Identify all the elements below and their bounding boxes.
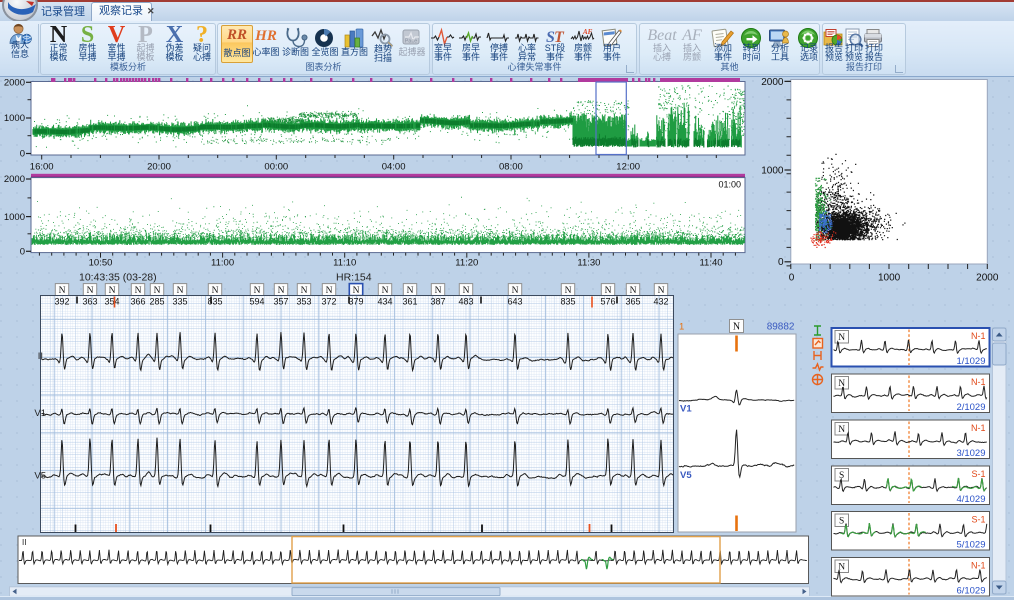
svg-text:1/1029: 1/1029 (956, 356, 985, 367)
svg-text:01:00: 01:00 (718, 180, 741, 190)
svg-text:6/1029: 6/1029 (956, 586, 985, 597)
svg-text:357: 357 (273, 297, 288, 307)
svg-text:N: N (605, 286, 612, 296)
svg-text:N-1: N-1 (971, 377, 986, 387)
svg-text:2/1029: 2/1029 (956, 402, 985, 413)
svg-text:2000: 2000 (4, 174, 25, 185)
svg-text:5/1029: 5/1029 (956, 540, 985, 551)
svg-text:N-1: N-1 (971, 561, 986, 571)
svg-text:11:30: 11:30 (577, 258, 600, 269)
svg-text:S-1: S-1 (971, 469, 985, 479)
svg-text:N: N (135, 286, 142, 296)
svg-text:Pace: Pace (405, 39, 418, 45)
svg-text:594: 594 (249, 297, 264, 307)
svg-text:353: 353 (296, 297, 311, 307)
svg-text:434: 434 (377, 297, 392, 307)
svg-text:N: N (59, 286, 66, 296)
svg-text:N: N (838, 379, 845, 389)
svg-text:11:10: 11:10 (333, 258, 356, 269)
svg-text:HR:154: HR:154 (336, 272, 372, 284)
svg-text:N: N (733, 322, 740, 333)
svg-text:1: 1 (679, 322, 684, 333)
svg-text:N: N (301, 286, 308, 296)
svg-text:0: 0 (20, 247, 25, 258)
svg-text:483: 483 (458, 297, 473, 307)
svg-text:0: 0 (778, 257, 784, 268)
svg-text:N: N (353, 286, 360, 296)
svg-text:11:20: 11:20 (455, 258, 478, 269)
svg-text:3/1029: 3/1029 (956, 448, 985, 459)
svg-text:V5: V5 (680, 470, 692, 481)
svg-text:N: N (838, 333, 845, 343)
svg-text:N: N (326, 286, 333, 296)
svg-text:00:00: 00:00 (264, 162, 288, 173)
svg-text:379: 379 (348, 297, 363, 307)
svg-text:16:00: 16:00 (30, 162, 54, 173)
svg-text:08:00: 08:00 (499, 162, 523, 173)
svg-text:II: II (22, 538, 26, 547)
svg-text:1000: 1000 (4, 212, 25, 223)
svg-text:643: 643 (507, 297, 522, 307)
svg-text:V1: V1 (680, 404, 692, 415)
svg-text:N: N (565, 286, 572, 296)
svg-text:N: N (109, 286, 116, 296)
svg-text:12:00: 12:00 (616, 162, 640, 173)
svg-text:11:00: 11:00 (211, 258, 234, 269)
svg-text:11:40: 11:40 (699, 258, 722, 269)
svg-text:2000: 2000 (4, 78, 25, 89)
svg-text:N: N (512, 286, 519, 296)
svg-text:20:00: 20:00 (147, 162, 171, 173)
svg-text:N: N (87, 286, 94, 296)
svg-text:N: N (658, 286, 665, 296)
svg-text:576: 576 (600, 297, 615, 307)
svg-text:363: 363 (82, 297, 97, 307)
svg-text:N: N (177, 286, 184, 296)
svg-text:365: 365 (625, 297, 640, 307)
svg-text:0: 0 (20, 149, 25, 160)
svg-text:N: N (278, 286, 285, 296)
svg-text:N: N (254, 286, 261, 296)
svg-text:N-1: N-1 (971, 331, 986, 341)
svg-text:2000: 2000 (761, 77, 784, 88)
svg-text:S: S (839, 517, 844, 527)
svg-text:N: N (630, 286, 637, 296)
svg-text:361: 361 (402, 297, 417, 307)
svg-text:1000: 1000 (761, 165, 784, 176)
svg-text:04:00: 04:00 (382, 162, 406, 173)
svg-text:N-1: N-1 (971, 423, 986, 433)
svg-text:335: 335 (172, 297, 187, 307)
svg-text:387: 387 (430, 297, 445, 307)
svg-text:N: N (838, 425, 845, 435)
svg-text:N: N (463, 286, 470, 296)
svg-text:10:50: 10:50 (89, 258, 113, 269)
svg-text:354: 354 (104, 297, 119, 307)
svg-text:372: 372 (321, 297, 336, 307)
svg-text:0: 0 (789, 273, 795, 284)
svg-text:835: 835 (207, 297, 222, 307)
svg-text:N: N (154, 286, 161, 296)
svg-text:432: 432 (653, 297, 668, 307)
svg-text:285: 285 (149, 297, 164, 307)
svg-text:2000: 2000 (976, 273, 999, 284)
svg-text:S-1: S-1 (971, 515, 985, 525)
svg-text:AF: AF (582, 28, 593, 36)
svg-text:N: N (212, 286, 219, 296)
svg-text:89882: 89882 (767, 322, 795, 333)
svg-text:366: 366 (130, 297, 145, 307)
svg-text:N: N (382, 286, 389, 296)
svg-text:835: 835 (560, 297, 575, 307)
svg-text:II: II (38, 351, 43, 362)
svg-text:1000: 1000 (878, 273, 901, 284)
svg-text:392: 392 (54, 297, 69, 307)
svg-text:N: N (435, 286, 442, 296)
svg-text:4/1029: 4/1029 (956, 494, 985, 505)
svg-text:1000: 1000 (4, 113, 25, 124)
svg-text:10:43:35 (03-28): 10:43:35 (03-28) (79, 272, 157, 284)
svg-text:N: N (407, 286, 414, 296)
